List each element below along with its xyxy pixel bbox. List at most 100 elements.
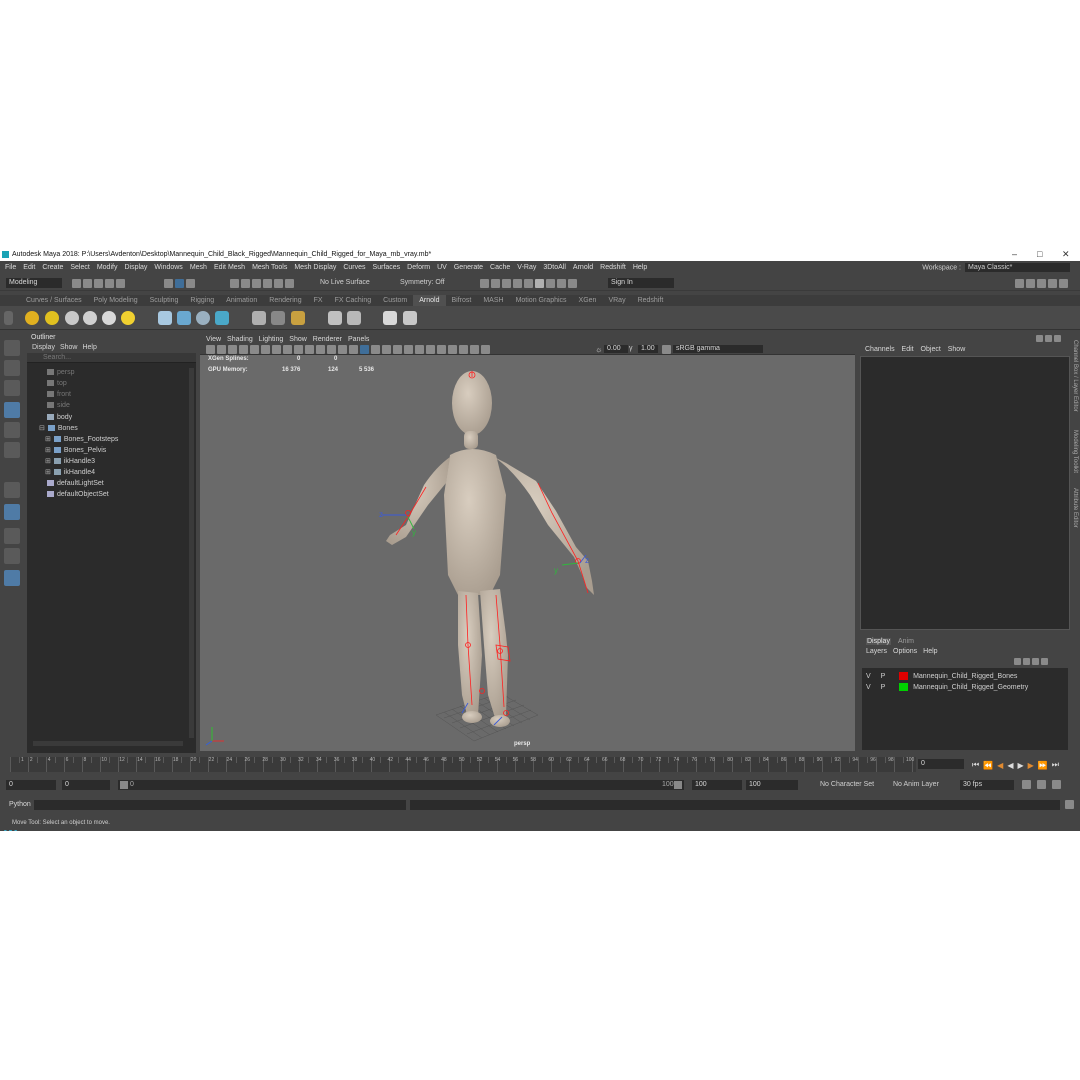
shelf-tab[interactable]: Poly Modeling: [88, 295, 144, 306]
menu-select[interactable]: Select: [70, 264, 89, 271]
channel-box-panel[interactable]: [860, 356, 1070, 630]
xray-icon[interactable]: [470, 345, 479, 354]
step-forward-frame-icon[interactable]: ⏩: [1038, 761, 1048, 770]
layer-menu-help[interactable]: Help: [923, 648, 937, 655]
view-transform-icon[interactable]: [662, 345, 671, 354]
step-forward-key-icon[interactable]: ▶: [1028, 761, 1034, 770]
layer-visibility-toggle[interactable]: V: [866, 673, 871, 680]
layer-playback-toggle[interactable]: P: [881, 684, 886, 691]
vray-render-icon[interactable]: [546, 279, 555, 288]
ipr-redshift-icon[interactable]: [568, 279, 577, 288]
render-view-icon[interactable]: [524, 279, 533, 288]
menu-mesh-tools[interactable]: Mesh Tools: [252, 264, 287, 271]
maximize-button[interactable]: □: [1037, 249, 1042, 259]
workspace-selector[interactable]: Workspace : Maya Classic*: [922, 263, 1070, 272]
texture-manager-icon[interactable]: [252, 311, 266, 325]
scene-start-field[interactable]: 0: [6, 780, 56, 790]
ipr-icon[interactable]: [347, 311, 361, 325]
outliner-item-default-object-set[interactable]: defaultObjectSet: [47, 490, 109, 500]
grease-pencil-icon[interactable]: [261, 345, 270, 354]
gamma-field[interactable]: 1.00: [638, 345, 658, 353]
perspective-viewport[interactable]: XGen Splines: 0 0 GPU Memory: 16 376 124…: [200, 355, 855, 751]
outliner-layout-icon[interactable]: [4, 570, 20, 586]
fps-dropdown[interactable]: 30 fps: [960, 780, 1014, 790]
channel-menu-edit[interactable]: Edit: [902, 346, 914, 353]
side-tab-attribute-editor[interactable]: Attribute Editor: [1072, 488, 1078, 528]
fix-textures-icon[interactable]: [291, 311, 305, 325]
xray-joints-icon[interactable]: [481, 345, 490, 354]
image-plane-icon[interactable]: [239, 345, 248, 354]
anim-layer-dropdown[interactable]: No Anim Layer: [893, 781, 939, 788]
default-material-icon[interactable]: [371, 345, 380, 354]
2d-pan-zoom-icon[interactable]: [250, 345, 259, 354]
shelf-tab[interactable]: FX: [308, 295, 329, 306]
channel-menu-channels[interactable]: Channels: [865, 346, 895, 353]
snap-grid-icon[interactable]: [230, 279, 239, 288]
ipr-render-icon[interactable]: [491, 279, 500, 288]
select-tool-icon[interactable]: [4, 340, 20, 356]
shelf-tab[interactable]: MASH: [477, 295, 509, 306]
scene-end-field[interactable]: 100: [746, 780, 798, 790]
expand-icon[interactable]: ⊞: [45, 447, 51, 454]
layer-tab-display[interactable]: Display: [866, 637, 891, 645]
menu-display[interactable]: Display: [124, 264, 147, 271]
shelf-tab[interactable]: Rendering: [263, 295, 307, 306]
snap-curve-icon[interactable]: [241, 279, 250, 288]
menu-3dtoall[interactable]: 3DtoAll: [543, 264, 566, 271]
menu-curves[interactable]: Curves: [343, 264, 365, 271]
shelf-options-icon[interactable]: [4, 311, 13, 325]
range-slider[interactable]: 0 100: [118, 780, 684, 790]
playback-start-field[interactable]: 0: [62, 780, 110, 790]
close-button[interactable]: ✕: [1062, 249, 1070, 260]
playback-end-field[interactable]: 100: [692, 780, 742, 790]
rotate-tool-icon[interactable]: [4, 422, 20, 438]
step-back-frame-icon[interactable]: ⏪: [983, 761, 993, 770]
volume-icon[interactable]: [196, 311, 210, 325]
move-tool-icon[interactable]: [4, 402, 20, 418]
layer-row-geometry[interactable]: V P Mannequin_Child_Rigged_Geometry: [866, 683, 1028, 693]
shelf-tab[interactable]: Motion Graphics: [510, 295, 573, 306]
viewport-menu-lighting[interactable]: Lighting: [259, 336, 284, 343]
menu-edit-mesh[interactable]: Edit Mesh: [214, 264, 245, 271]
shadows-icon[interactable]: [404, 345, 413, 354]
motion-blur-icon[interactable]: [426, 345, 435, 354]
current-frame-field[interactable]: 0: [918, 759, 964, 769]
viewport-menu-view[interactable]: View: [206, 336, 221, 343]
depth-of-field-icon[interactable]: [448, 345, 457, 354]
show-manipulator-icon[interactable]: [4, 482, 20, 498]
outliner-item-ikhandle3[interactable]: ⊞ ikHandle3: [45, 457, 95, 467]
layer-playback-toggle[interactable]: P: [881, 673, 886, 680]
two-view-layout-icon[interactable]: [4, 548, 20, 564]
anti-aliasing-icon[interactable]: [437, 345, 446, 354]
workspace-dropdown[interactable]: Maya Classic*: [965, 263, 1070, 272]
render-icon[interactable]: [328, 311, 342, 325]
field-chart-icon[interactable]: [316, 345, 325, 354]
make-live-icon[interactable]: [285, 279, 294, 288]
render-settings-icon[interactable]: [502, 279, 511, 288]
outliner-scrollbar[interactable]: [189, 368, 194, 738]
use-all-lights-icon[interactable]: [393, 345, 402, 354]
export-standin-icon[interactable]: [177, 311, 191, 325]
smooth-shade-icon[interactable]: [360, 345, 369, 354]
time-ruler[interactable]: 1 2 4 6 8 10 12 14 16 18 20 22 24 26 28 30 32 34 36 38 40 42 4…: [10, 757, 916, 772]
outliner-item-ikhandle4[interactable]: ⊞ ikHandle4: [45, 468, 95, 478]
wireframe-icon[interactable]: [349, 345, 358, 354]
color-space-dropdown[interactable]: sRGB gamma: [673, 345, 763, 353]
outliner-item-bones-pelvis[interactable]: ⊞ Bones_Pelvis: [45, 446, 106, 456]
menu-windows[interactable]: Windows: [154, 264, 182, 271]
play-sequence-icon[interactable]: [403, 311, 417, 325]
shelf-tab[interactable]: FX Caching: [329, 295, 378, 306]
viewport-menu-show[interactable]: Show: [289, 336, 307, 343]
ambient-occlusion-icon[interactable]: [415, 345, 424, 354]
photometric-light-icon[interactable]: [65, 311, 79, 325]
menu-vray[interactable]: V-Ray: [517, 264, 536, 271]
exposure-field[interactable]: 0.00: [604, 345, 628, 353]
four-view-layout-icon[interactable]: [4, 528, 20, 544]
live-surface-label[interactable]: No Live Surface: [320, 279, 370, 286]
modeling-toolkit-icon[interactable]: [1015, 279, 1024, 288]
menu-uv[interactable]: UV: [437, 264, 447, 271]
menu-redshift[interactable]: Redshift: [600, 264, 626, 271]
viewport-menu-panels[interactable]: Panels: [348, 336, 369, 343]
render-view-shelf-icon[interactable]: [383, 311, 397, 325]
lasso-tool-icon[interactable]: [4, 360, 20, 376]
